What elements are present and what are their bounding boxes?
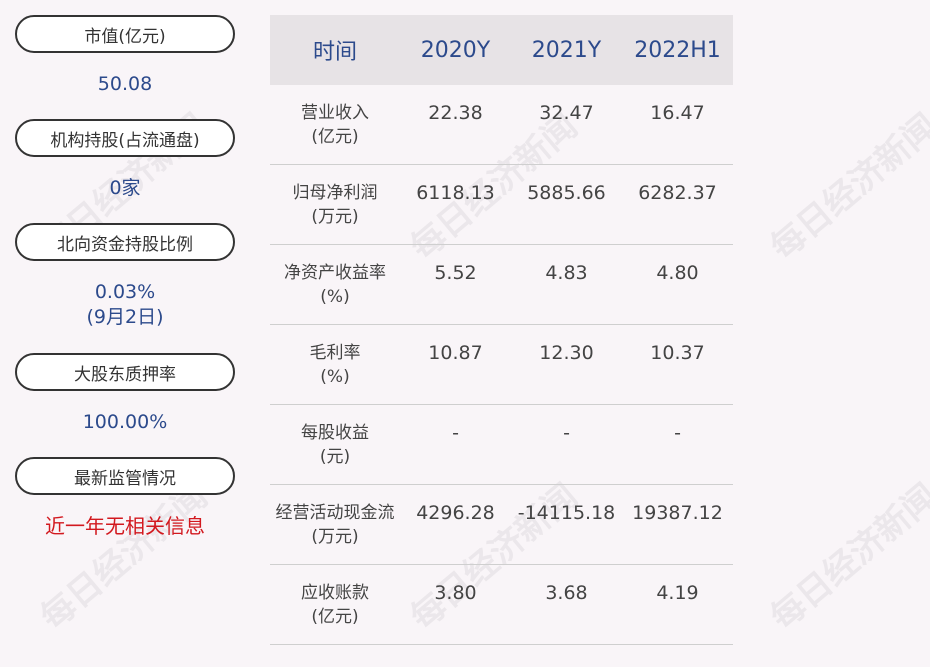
- table-cell: -14115.18: [517, 502, 616, 524]
- table-cell: 6118.13: [416, 182, 495, 204]
- table-cell: 10.37: [650, 342, 705, 364]
- table-cell: 16.47: [650, 102, 705, 124]
- table-row: 营业收入 (亿元) 22.38 32.47 16.47: [270, 85, 733, 165]
- row-label: 营业收入 (亿元): [301, 103, 369, 147]
- financial-table: 时间 2020Y 2021Y 2022H1 营业收入 (亿元) 22.38 32.…: [270, 15, 733, 645]
- table-cell: 3.68: [545, 582, 588, 604]
- table-cell: -: [674, 422, 681, 444]
- row-label: 应收账款 (亿元): [301, 583, 369, 627]
- table-cell: 3.80: [434, 582, 477, 604]
- label-regulatory-status: 最新监管情况: [15, 457, 235, 495]
- label-market-value: 市值(亿元): [15, 15, 235, 53]
- header-2022h1: 2022H1: [634, 37, 721, 63]
- table-cell: 19387.12: [632, 502, 723, 524]
- table-cell: 4.80: [656, 262, 699, 284]
- header-2020y: 2020Y: [420, 37, 491, 63]
- value-institutional-holding: 0家: [109, 177, 141, 199]
- header-time: 时间: [312, 40, 357, 65]
- table-cell: 5.52: [434, 262, 477, 284]
- table-cell: 5885.66: [527, 182, 606, 204]
- label-northbound-ratio: 北向资金持股比例: [15, 223, 235, 261]
- value-market-value: 50.08: [97, 73, 153, 95]
- table-cell: 6282.37: [638, 182, 717, 204]
- table-cell: 12.30: [539, 342, 594, 364]
- row-label: 每股收益 (元): [301, 423, 369, 467]
- watermark: 每日经济新闻: [763, 106, 930, 269]
- table-row: 每股收益 (元) - - -: [270, 405, 733, 485]
- table-cell: 32.47: [539, 102, 594, 124]
- table-row: 应收账款 (亿元) 3.80 3.68 4.19: [270, 565, 733, 645]
- watermark: 每日经济新闻: [33, 476, 216, 639]
- table-cell: 4.83: [545, 262, 588, 284]
- table-header: 时间 2020Y 2021Y 2022H1: [270, 15, 733, 85]
- table-cell: 10.87: [428, 342, 483, 364]
- label-pledge-ratio: 大股东质押率: [15, 353, 235, 391]
- row-label: 归母净利润 (万元): [292, 183, 378, 227]
- table-cell: -: [452, 422, 459, 444]
- row-label: 毛利率 (%): [309, 343, 361, 387]
- value-northbound-ratio: 0.03% (9月2日): [15, 280, 235, 330]
- value-regulatory-status: 近一年无相关信息: [45, 514, 205, 538]
- table-row: 经营活动现金流 (万元) 4296.28 -14115.18 19387.12: [270, 485, 733, 565]
- watermark: 每日经济新闻: [763, 476, 930, 639]
- table-cell: 4.19: [656, 582, 699, 604]
- label-institutional-holding: 机构持股(占流通盘): [15, 119, 235, 157]
- table-cell: 22.38: [428, 102, 483, 124]
- table-cell: 4296.28: [416, 502, 495, 524]
- table-row: 毛利率 (%) 10.87 12.30 10.37: [270, 325, 733, 405]
- header-2021y: 2021Y: [531, 37, 602, 63]
- value-pledge-ratio: 100.00%: [82, 411, 168, 433]
- row-label: 净资产收益率 (%): [284, 263, 386, 307]
- table-row: 归母净利润 (万元) 6118.13 5885.66 6282.37: [270, 165, 733, 245]
- northbound-ratio-date: (9月2日): [86, 306, 164, 328]
- table-row: 净资产收益率 (%) 5.52 4.83 4.80: [270, 245, 733, 325]
- northbound-ratio-value: 0.03%: [94, 281, 156, 303]
- row-label: 经营活动现金流 (万元): [275, 503, 395, 547]
- table-cell: -: [563, 422, 570, 444]
